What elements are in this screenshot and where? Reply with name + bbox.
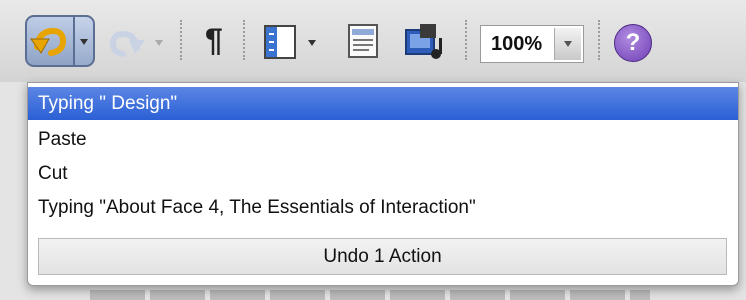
undo-button[interactable] — [25, 15, 73, 67]
standard-toolbar: ¶ 100% ? — [0, 0, 746, 83]
toolbar-separator — [465, 20, 467, 60]
gallery-icon — [348, 24, 378, 58]
help-button[interactable]: ? — [614, 24, 652, 62]
zoom-select[interactable]: 100% — [480, 25, 584, 63]
toolbar-separator — [598, 20, 600, 60]
zoom-value: 100% — [491, 33, 543, 55]
toolbar-separator — [243, 20, 245, 60]
undo-menu-item[interactable]: Typing " Design" — [28, 87, 738, 120]
sidebar-dropdown-icon[interactable] — [308, 40, 316, 46]
gallery-button[interactable] — [345, 22, 381, 60]
redo-button[interactable] — [107, 24, 149, 60]
undo-icon — [30, 27, 67, 56]
undo-history-menu: Typing " Design" Paste Cut Typing "About… — [27, 82, 739, 286]
undo-menu-item[interactable]: Paste — [28, 123, 738, 156]
show-formatting-button[interactable]: ¶ — [205, 22, 223, 59]
undo-menu-item[interactable]: Typing "About Face 4, The Essentials of … — [28, 191, 738, 224]
chevron-down-icon — [80, 39, 88, 45]
chevron-down-icon — [564, 41, 572, 47]
media-browser-icon — [405, 24, 442, 59]
formatting-ruler — [90, 290, 650, 300]
sidebar-button[interactable] — [263, 24, 299, 60]
help-icon: ? — [625, 29, 641, 56]
toolbar-separator — [180, 20, 182, 60]
undo-dropdown-button[interactable] — [73, 15, 95, 67]
sidebar-layout-icon — [264, 25, 296, 59]
media-browser-button[interactable] — [402, 20, 446, 64]
redo-dropdown-icon[interactable] — [155, 40, 163, 46]
redo-icon — [109, 30, 145, 57]
undo-action-button[interactable]: Undo 1 Action — [38, 238, 727, 275]
undo-menu-item[interactable]: Cut — [28, 157, 738, 190]
zoom-dropdown-button[interactable] — [554, 28, 581, 60]
